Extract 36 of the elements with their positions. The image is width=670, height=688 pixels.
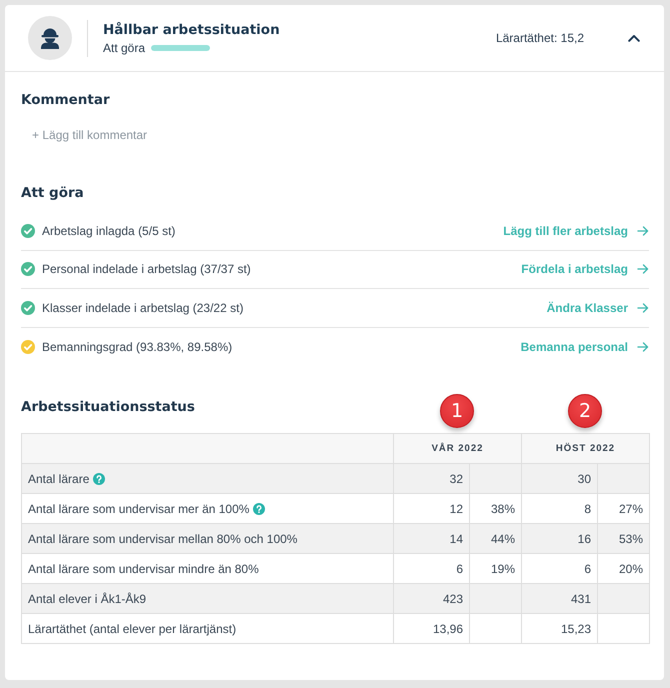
column-header: HÖST 2022 — [522, 434, 650, 464]
todo-item-text: Bemanningsgrad (93.83%, 89.58%) — [42, 340, 232, 354]
chevron-up-icon — [628, 34, 640, 42]
help-icon[interactable] — [253, 502, 266, 514]
arrow-right-icon — [637, 264, 649, 274]
section-title: Hållbar arbetssituation — [103, 20, 280, 38]
row-label: Antal elever i Åk1-Åk9 — [28, 592, 146, 606]
construction-worker-icon — [28, 16, 72, 60]
teacher-density-label: Lärartäthet: 15,2 — [496, 31, 584, 45]
status-heading: Arbetssituationsstatus — [21, 398, 195, 416]
number-marker: 2 — [568, 394, 602, 428]
action-link[interactable]: Ändra Klasser — [546, 300, 649, 315]
status-label: Att göra — [103, 40, 146, 56]
row-label: Antal lärare som undervisar mindre än 80% — [28, 562, 259, 576]
progress-bar — [151, 45, 210, 51]
todo-item-text: Arbetslag inlagda (5/5 st) — [42, 224, 176, 238]
help-icon[interactable] — [93, 472, 106, 484]
arrow-right-icon — [637, 226, 649, 236]
count-cell: 15,23 — [522, 614, 598, 644]
count-cell: 13,96 — [394, 614, 470, 644]
action-link[interactable]: Lägg till fler arbetslag — [503, 224, 649, 238]
row-label: Lärartäthet (antal elever per lärartjänst) — [28, 622, 236, 636]
add-comment-link[interactable]: + Lägg till kommentar — [32, 127, 148, 143]
todo-item-text: Klasser indelade i arbetslag (23/22 st) — [42, 300, 244, 315]
action-link[interactable]: Fördela i arbetslag — [521, 262, 649, 276]
action-link[interactable]: Bemanna personal — [520, 340, 649, 354]
row-label: Antal lärare som undervisar mellan 80% och 100% — [28, 532, 298, 546]
row-label: Antal lärare — [28, 472, 90, 486]
column-header: VÅR 2022 — [394, 434, 522, 464]
todo-heading: Att göra — [21, 184, 84, 202]
row-label: Antal lärare som undervisar mer än 100% — [28, 502, 250, 516]
comment-heading: Kommentar — [21, 91, 110, 109]
todo-item-text: Personal indelade i arbetslag (37/37 st) — [42, 262, 251, 276]
arrow-right-icon — [637, 342, 649, 352]
arrow-right-icon — [637, 302, 649, 313]
number-marker: 1 — [440, 394, 474, 428]
